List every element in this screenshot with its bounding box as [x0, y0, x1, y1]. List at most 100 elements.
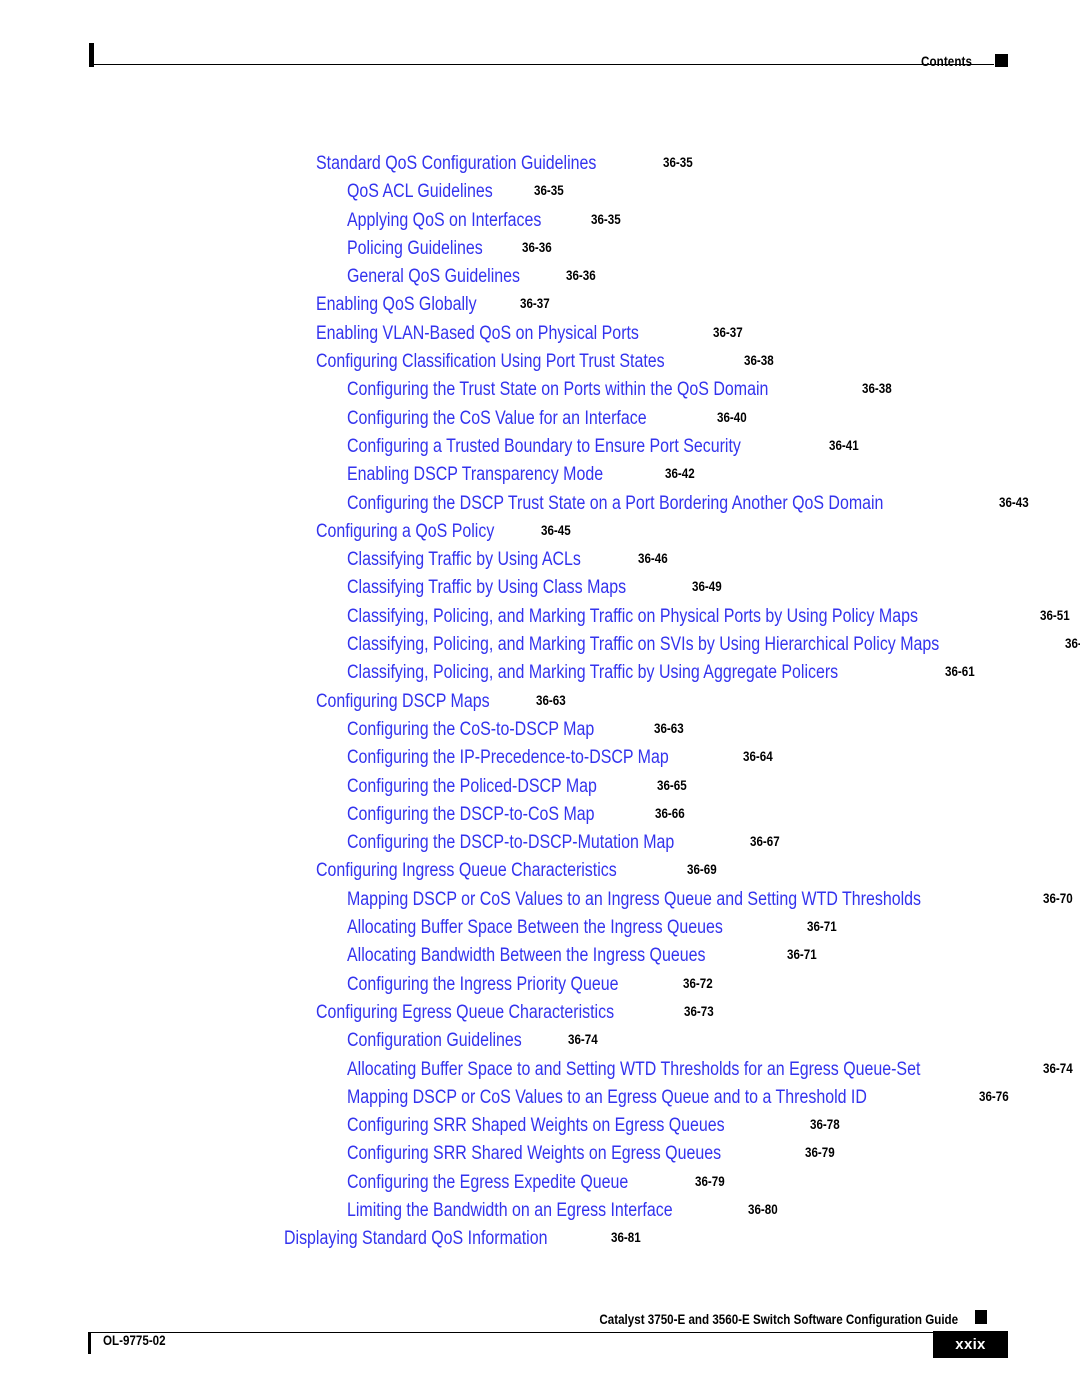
- toc-entry[interactable]: Displaying Standard QoS Information 36-81: [0, 1225, 1080, 1253]
- toc-entry-page-number[interactable]: 36-46: [638, 545, 668, 573]
- toc-entry[interactable]: Mapping DSCP or CoS Values to an Egress …: [0, 1084, 1080, 1112]
- toc-entry-title[interactable]: Classifying, Policing, and Marking Traff…: [347, 603, 918, 631]
- toc-entry[interactable]: Configuring the CoS Value for an Interfa…: [0, 405, 1080, 433]
- toc-entry-title[interactable]: Configuring the Trust State on Ports wit…: [347, 376, 768, 404]
- toc-entry[interactable]: Configuring DSCP Maps 36-63: [0, 688, 1080, 716]
- toc-entry-page-number[interactable]: 36-51: [1040, 602, 1070, 630]
- toc-entry[interactable]: Allocating Bandwidth Between the Ingress…: [0, 942, 1080, 970]
- toc-entry-title[interactable]: Configuring the Policed-DSCP Map: [347, 773, 597, 801]
- toc-entry-page-number[interactable]: 36-81: [611, 1224, 641, 1252]
- toc-entry[interactable]: Limiting the Bandwidth on an Egress Inte…: [0, 1197, 1080, 1225]
- toc-entry[interactable]: Configuring Classification Using Port Tr…: [0, 348, 1080, 376]
- toc-entry[interactable]: Applying QoS on Interfaces 36-35: [0, 207, 1080, 235]
- toc-entry-page-number[interactable]: 36-35: [534, 177, 564, 205]
- toc-entry-title[interactable]: Allocating Buffer Space to and Setting W…: [347, 1056, 920, 1084]
- toc-entry[interactable]: Configuring the Trust State on Ports wit…: [0, 376, 1080, 404]
- toc-entry-title[interactable]: Enabling VLAN-Based QoS on Physical Port…: [316, 320, 639, 348]
- toc-entry-page-number[interactable]: 36-79: [695, 1168, 725, 1196]
- toc-entry-page-number[interactable]: 36-63: [654, 715, 684, 743]
- toc-entry-page-number[interactable]: 36-35: [591, 206, 621, 234]
- toc-entry-page-number[interactable]: 36-61: [945, 658, 975, 686]
- toc-entry-title[interactable]: QoS ACL Guidelines: [347, 178, 493, 206]
- toc-entry-title[interactable]: Enabling DSCP Transparency Mode: [347, 461, 603, 489]
- toc-entry-title[interactable]: Classifying, Policing, and Marking Traff…: [347, 659, 838, 687]
- toc-entry[interactable]: Configuring Ingress Queue Characteristic…: [0, 857, 1080, 885]
- toc-entry-page-number[interactable]: 36-55: [1065, 630, 1080, 658]
- toc-entry[interactable]: Configuring the DSCP-to-DSCP-Mutation Ma…: [0, 829, 1080, 857]
- toc-entry[interactable]: Allocating Buffer Space Between the Ingr…: [0, 914, 1080, 942]
- toc-entry-page-number[interactable]: 36-49: [692, 573, 722, 601]
- toc-entry-title[interactable]: Configuring Ingress Queue Characteristic…: [316, 857, 617, 885]
- toc-entry[interactable]: Configuring SRR Shaped Weights on Egress…: [0, 1112, 1080, 1140]
- toc-entry-page-number[interactable]: 36-43: [999, 489, 1029, 517]
- toc-entry-title[interactable]: Standard QoS Configuration Guidelines: [316, 150, 596, 178]
- toc-entry-page-number[interactable]: 36-38: [744, 347, 774, 375]
- toc-entry-page-number[interactable]: 36-37: [520, 290, 550, 318]
- toc-entry-page-number[interactable]: 36-64: [743, 743, 773, 771]
- toc-entry[interactable]: Enabling VLAN-Based QoS on Physical Port…: [0, 320, 1080, 348]
- toc-entry[interactable]: General QoS Guidelines 36-36: [0, 263, 1080, 291]
- toc-entry-title[interactable]: Mapping DSCP or CoS Values to an Ingress…: [347, 886, 921, 914]
- toc-entry[interactable]: Mapping DSCP or CoS Values to an Ingress…: [0, 886, 1080, 914]
- toc-entry-title[interactable]: Configuring Classification Using Port Tr…: [316, 348, 665, 376]
- toc-entry-title[interactable]: Configuring the CoS-to-DSCP Map: [347, 716, 594, 744]
- toc-entry[interactable]: Configuring Egress Queue Characteristics…: [0, 999, 1080, 1027]
- toc-entry-title[interactable]: Configuring Egress Queue Characteristics: [316, 999, 614, 1027]
- toc-entry[interactable]: Allocating Buffer Space to and Setting W…: [0, 1056, 1080, 1084]
- toc-entry[interactable]: Configuring SRR Shared Weights on Egress…: [0, 1140, 1080, 1168]
- toc-entry-title[interactable]: Configuring a Trusted Boundary to Ensure…: [347, 433, 741, 461]
- toc-entry-title[interactable]: Configuring the IP-Precedence-to-DSCP Ma…: [347, 744, 669, 772]
- toc-entry-page-number[interactable]: 36-71: [807, 913, 837, 941]
- toc-entry-title[interactable]: Configuring the DSCP-to-CoS Map: [347, 801, 594, 829]
- toc-entry[interactable]: Classifying, Policing, and Marking Traff…: [0, 659, 1080, 687]
- toc-entry[interactable]: Classifying Traffic by Using ACLs 36-46: [0, 546, 1080, 574]
- toc-entry-title[interactable]: Classifying Traffic by Using Class Maps: [347, 574, 626, 602]
- toc-entry[interactable]: Configuration Guidelines 36-74: [0, 1027, 1080, 1055]
- toc-entry-page-number[interactable]: 36-63: [536, 687, 566, 715]
- toc-entry-page-number[interactable]: 36-69: [687, 856, 717, 884]
- toc-entry-page-number[interactable]: 36-72: [683, 970, 713, 998]
- toc-entry-title[interactable]: Classifying Traffic by Using ACLs: [347, 546, 581, 574]
- toc-entry-title[interactable]: Configuring DSCP Maps: [316, 688, 490, 716]
- toc-entry[interactable]: Policing Guidelines 36-36: [0, 235, 1080, 263]
- toc-entry-page-number[interactable]: 36-41: [829, 432, 859, 460]
- toc-entry-title[interactable]: Configuring the DSCP-to-DSCP-Mutation Ma…: [347, 829, 674, 857]
- toc-entry-page-number[interactable]: 36-71: [787, 941, 817, 969]
- toc-entry-title[interactable]: Configuring the DSCP Trust State on a Po…: [347, 490, 883, 518]
- toc-entry-title[interactable]: Enabling QoS Globally: [316, 291, 477, 319]
- toc-entry[interactable]: Standard QoS Configuration Guidelines 36-…: [0, 150, 1080, 178]
- toc-entry[interactable]: QoS ACL Guidelines 36-35: [0, 178, 1080, 206]
- toc-entry[interactable]: Configuring a Trusted Boundary to Ensure…: [0, 433, 1080, 461]
- toc-entry-title[interactable]: Mapping DSCP or CoS Values to an Egress …: [347, 1084, 867, 1112]
- toc-entry-page-number[interactable]: 36-74: [568, 1026, 598, 1054]
- toc-entry-title[interactable]: Configuring the Egress Expedite Queue: [347, 1169, 628, 1197]
- toc-entry[interactable]: Configuring the DSCP-to-CoS Map 36-66: [0, 801, 1080, 829]
- toc-entry-title[interactable]: Configuring SRR Shared Weights on Egress…: [347, 1140, 721, 1168]
- toc-entry-page-number[interactable]: 36-42: [665, 460, 695, 488]
- toc-entry[interactable]: Configuring a QoS Policy 36-45: [0, 518, 1080, 546]
- toc-entry-title[interactable]: Limiting the Bandwidth on an Egress Inte…: [347, 1197, 673, 1225]
- toc-entry-title[interactable]: Displaying Standard QoS Information: [284, 1225, 547, 1253]
- toc-entry-title[interactable]: Configuring the CoS Value for an Interfa…: [347, 405, 647, 433]
- toc-entry-title[interactable]: Configuring a QoS Policy: [316, 518, 494, 546]
- toc-entry[interactable]: Classifying, Policing, and Marking Traff…: [0, 631, 1080, 659]
- toc-entry-title[interactable]: General QoS Guidelines: [347, 263, 520, 291]
- toc-entry-title[interactable]: Allocating Buffer Space Between the Ingr…: [347, 914, 723, 942]
- toc-entry-page-number[interactable]: 36-37: [713, 319, 743, 347]
- toc-entry[interactable]: Configuring the Policed-DSCP Map 36-65: [0, 773, 1080, 801]
- toc-entry-page-number[interactable]: 36-73: [684, 998, 714, 1026]
- toc-entry-page-number[interactable]: 36-80: [748, 1196, 778, 1224]
- toc-entry[interactable]: Configuring the Egress Expedite Queue 36-…: [0, 1169, 1080, 1197]
- toc-entry-page-number[interactable]: 36-74: [1043, 1055, 1073, 1083]
- toc-entry-title[interactable]: Configuring SRR Shaped Weights on Egress…: [347, 1112, 725, 1140]
- toc-entry[interactable]: Classifying, Policing, and Marking Traff…: [0, 603, 1080, 631]
- toc-entry-page-number[interactable]: 36-78: [810, 1111, 840, 1139]
- toc-entry[interactable]: Enabling QoS Globally 36-37: [0, 291, 1080, 319]
- toc-entry-page-number[interactable]: 36-65: [657, 772, 687, 800]
- toc-entry[interactable]: Configuring the Ingress Priority Queue 36…: [0, 971, 1080, 999]
- toc-entry-page-number[interactable]: 36-40: [717, 404, 747, 432]
- toc-entry-page-number[interactable]: 36-35: [663, 149, 693, 177]
- toc-entry-page-number[interactable]: 36-45: [541, 517, 571, 545]
- toc-entry-page-number[interactable]: 36-36: [522, 234, 552, 262]
- toc-entry-title[interactable]: Configuration Guidelines: [347, 1027, 522, 1055]
